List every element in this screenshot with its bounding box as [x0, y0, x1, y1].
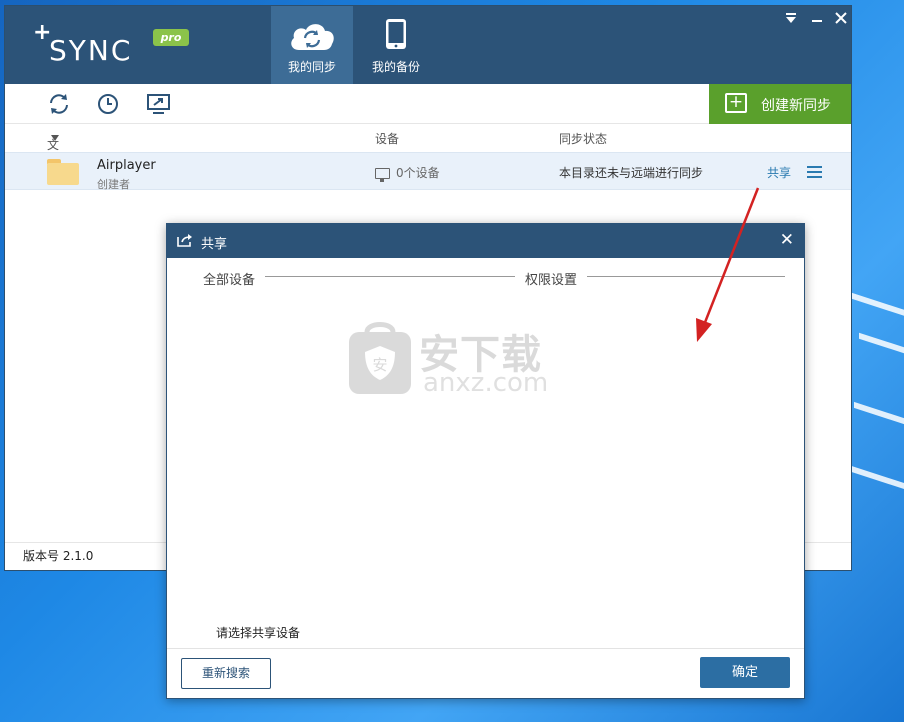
share-icon	[177, 233, 193, 247]
sync-status: 本目录还未与远端进行同步	[559, 166, 704, 180]
tab-my-sync[interactable]: 我的同步	[271, 6, 353, 84]
dialog-footer: 重新搜索 确定	[167, 648, 804, 698]
divider	[587, 276, 785, 277]
cloud-sync-icon	[287, 18, 337, 55]
minimize-icon[interactable]	[807, 10, 827, 30]
create-new-sync-label: 创建新同步	[761, 98, 831, 114]
tab-my-backup[interactable]: 我的备份	[355, 6, 437, 84]
permission-settings-label: 权限设置	[525, 269, 578, 288]
close-icon[interactable]	[831, 10, 851, 30]
logo-text: SYNC	[49, 34, 133, 67]
tab-label: 我的同步	[287, 60, 336, 74]
all-devices-label: 全部设备	[203, 269, 256, 288]
shield-bag-icon: 安	[349, 322, 411, 394]
share-link[interactable]: 共享	[767, 164, 791, 181]
clock-icon[interactable]	[97, 93, 121, 115]
table-row[interactable]: Airplayer 创建者 0个设备 本目录还未与远端进行同步 共享	[5, 152, 851, 191]
folder-role: 创建者	[97, 178, 130, 191]
select-device-hint: 请选择共享设备	[216, 626, 301, 640]
folder-name: Airplayer	[97, 158, 156, 173]
divider	[265, 276, 515, 277]
screen-share-icon[interactable]	[147, 93, 171, 115]
row-menu-icon[interactable]	[807, 166, 822, 178]
table-header: 文件 设备 同步状态	[5, 124, 851, 169]
phone-icon	[385, 18, 407, 53]
version-label: 版本号 2.1.0	[23, 549, 94, 563]
toolbar: + 创建新同步	[5, 84, 851, 124]
rescan-button[interactable]: 重新搜索	[181, 658, 271, 689]
watermark: 安 安下载 anxz.com	[345, 318, 565, 400]
share-dialog: 共享 ✕ 全部设备 权限设置 请选择共享设备 重新搜索 确定	[166, 223, 805, 699]
device-count: 0个设备	[375, 164, 440, 182]
dialog-title: 共享	[201, 237, 228, 252]
watermark-en: anxz.com	[423, 368, 549, 398]
column-status: 同步状态	[559, 132, 608, 146]
column-file[interactable]: 文件	[47, 130, 59, 169]
plus-icon: +	[725, 93, 747, 113]
app-logo: + SYNC pro	[33, 20, 203, 70]
desktop-light-streak	[854, 401, 904, 425]
svg-text:安: 安	[372, 356, 387, 374]
monitor-icon	[375, 168, 390, 182]
minimize-to-tray-icon[interactable]	[781, 10, 801, 30]
refresh-icon[interactable]	[47, 93, 71, 115]
folder-icon	[47, 159, 79, 185]
dialog-close-icon[interactable]: ✕	[780, 230, 794, 250]
device-count-label: 0个设备	[396, 166, 440, 180]
desktop-light-streak	[859, 332, 904, 354]
logo-pro-badge: pro	[153, 29, 189, 46]
title-bar: + SYNC pro 我的同步 我的备份	[5, 6, 851, 84]
tab-label: 我的备份	[371, 60, 420, 74]
dialog-title-bar: 共享 ✕	[167, 224, 804, 258]
create-new-sync-button[interactable]: + 创建新同步	[709, 84, 851, 124]
confirm-button[interactable]: 确定	[700, 657, 790, 688]
column-device: 设备	[375, 132, 400, 146]
desktop-light-streak	[844, 290, 904, 316]
